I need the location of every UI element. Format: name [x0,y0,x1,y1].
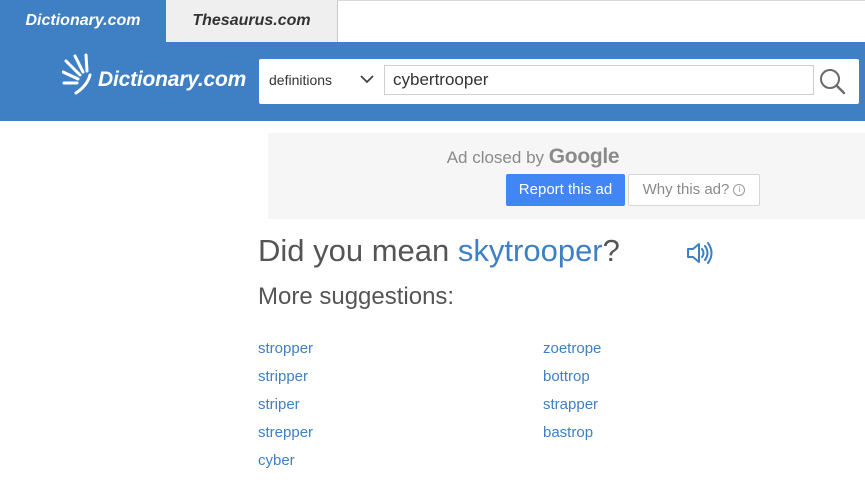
search-type-label: definitions [269,72,333,88]
google-brand: Google [548,145,620,168]
suggestion-link[interactable]: cyber [258,450,313,478]
suggestion-link[interactable]: strapper [543,394,601,422]
site-tab-bar: Dictionary.com Thesaurus.com [0,0,865,42]
why-this-ad-label: Why this ad? [642,181,730,198]
more-suggestions-heading: More suggestions: [258,283,455,310]
suggestion-link[interactable]: strepper [258,422,313,450]
did-you-mean-suffix: ? [602,233,620,268]
search-input[interactable] [384,65,814,95]
site-logo[interactable]: Dictionary.com [62,53,247,103]
ad-closed-text: Ad closed by [446,148,545,167]
info-icon: i [733,184,746,197]
suggestions-right-column: zoetrope bottrop strapper bastrop [543,338,601,450]
search-bar: definitions [259,59,859,104]
report-ad-button[interactable]: Report this ad [506,174,625,206]
suggestion-link[interactable]: striper [258,394,313,422]
suggestion-link[interactable]: bottrop [543,366,601,394]
suggestion-link[interactable]: stropper [258,338,313,366]
tab-dictionary[interactable]: Dictionary.com [0,0,166,42]
search-type-dropdown[interactable]: definitions [259,59,383,104]
did-you-mean-heading: Did you mean skytrooper? [258,233,620,269]
sun-rays-logo-icon [62,53,92,95]
search-button[interactable] [816,67,850,97]
ad-closed-notice: Ad closed by Google [268,145,798,169]
suggestion-link[interactable]: bastrop [543,422,601,450]
tab-divider [337,0,865,1]
suggestions-left-column: stropper stripper striper strepper cyber [258,338,313,478]
search-icon [820,69,846,95]
tab-thesaurus[interactable]: Thesaurus.com [166,0,338,42]
logo-wordmark: Dictionary.com [98,68,247,91]
did-you-mean-prefix: Did you mean [258,233,450,268]
suggestion-link[interactable]: stripper [258,366,313,394]
pronunciation-button[interactable] [686,240,714,266]
suggestion-link[interactable]: zoetrope [543,338,601,366]
site-header: Dictionary.com definitions [0,42,865,121]
why-this-ad-button[interactable]: Why this ad? i [628,174,760,206]
chevron-down-icon [360,75,374,84]
speaker-icon [687,242,713,264]
ad-slot: Ad closed by Google Report this ad Why t… [268,133,865,219]
suggested-word-link[interactable]: skytrooper [458,233,603,268]
